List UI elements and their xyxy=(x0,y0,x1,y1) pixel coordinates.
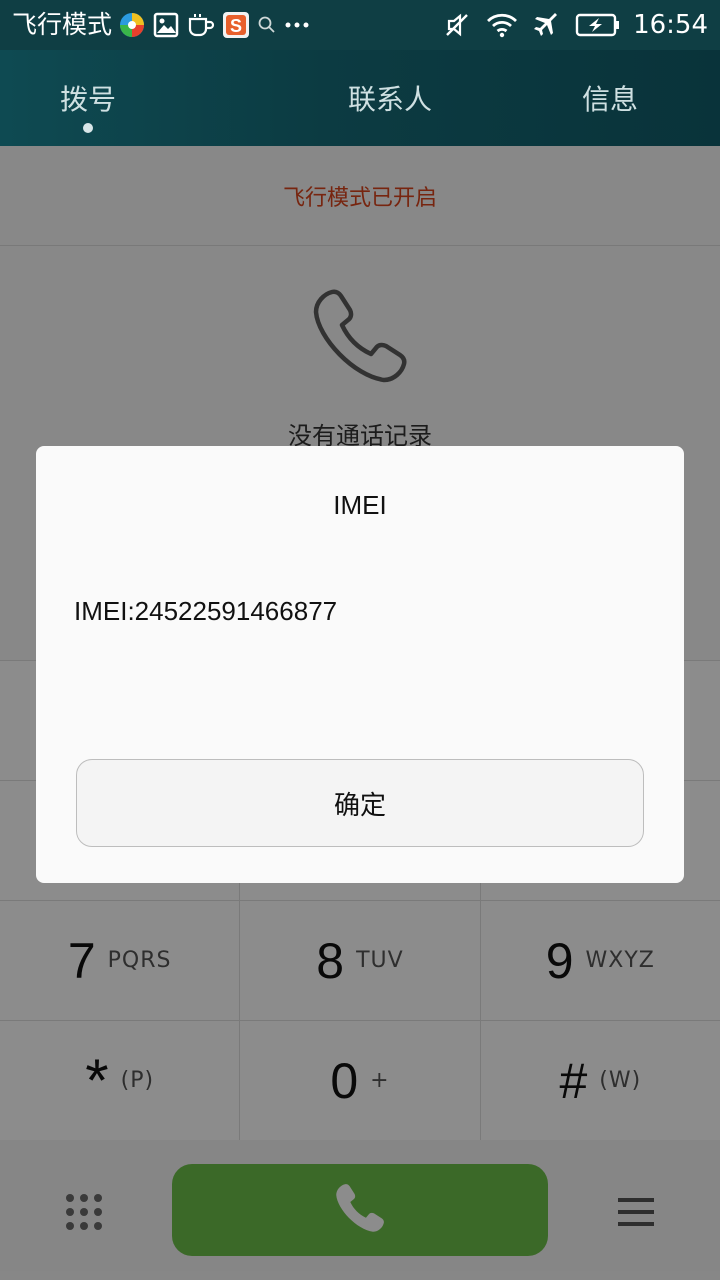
image-icon xyxy=(152,0,180,50)
battery-charging-icon xyxy=(575,0,621,50)
tab-messages-label: 信息 xyxy=(581,83,638,116)
tab-bar: 拨号 联系人 信息 xyxy=(0,50,720,146)
more-dots-icon xyxy=(284,0,310,50)
dialog-title: IMEI xyxy=(333,490,387,520)
cup-icon xyxy=(186,0,216,50)
airplane-icon xyxy=(533,0,561,50)
mute-icon xyxy=(443,0,471,50)
dialog-message: IMEI:24522591466877 xyxy=(74,596,338,626)
sogou-s-icon: S xyxy=(222,0,250,50)
tab-dialer[interactable]: 拨号 xyxy=(0,50,280,146)
active-tab-indicator xyxy=(83,123,93,133)
tab-contacts[interactable]: 联系人 xyxy=(280,50,500,146)
tab-contacts-label: 联系人 xyxy=(347,83,432,116)
clock: 16:54 xyxy=(633,10,708,40)
airplane-mode-status-label: 飞行模式 xyxy=(12,10,113,39)
confirm-button[interactable]: 确定 xyxy=(76,759,644,847)
imei-dialog: IMEI IMEI:24522591466877 确定 xyxy=(36,446,684,883)
svg-text:S: S xyxy=(230,16,242,36)
search-icon xyxy=(256,0,278,50)
app-colorful-icon xyxy=(118,0,146,50)
status-bar: 飞行模式 S 16:54 xyxy=(0,0,720,50)
wifi-icon xyxy=(485,0,519,50)
tab-dialer-label: 拨号 xyxy=(60,83,117,116)
tab-messages[interactable]: 信息 xyxy=(500,50,720,146)
